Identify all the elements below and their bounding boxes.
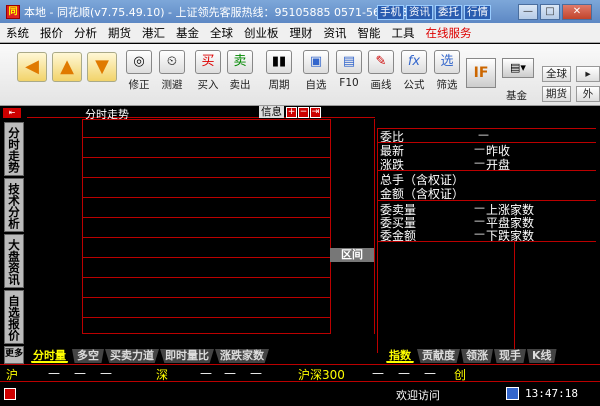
correct-icon: ◎ — [126, 50, 152, 74]
menu-gem[interactable]: 创业板 — [244, 25, 279, 41]
menu-fund[interactable]: 基金 — [176, 25, 199, 41]
quote-button[interactable]: 行情 — [464, 5, 491, 20]
if-futures-button[interactable]: IF — [466, 58, 496, 88]
tool-period[interactable]: ▮▮ 周期 — [263, 48, 295, 100]
index-status-bar: 沪 — — — 深 — — — 沪深300 — — — 创 — [0, 364, 600, 382]
clock-time: 13:47:18 — [525, 387, 578, 400]
tool-buy[interactable]: 买买入 — [192, 48, 224, 100]
change-value: — — [474, 156, 485, 169]
tab-buy-sell-force[interactable]: 买卖力道 — [105, 349, 159, 363]
weibi-value: — — [478, 128, 489, 141]
side-tab-intraday[interactable]: 分时走势 — [4, 122, 24, 176]
welcome-text[interactable]: 欢迎访问 — [396, 387, 440, 403]
tab-volume[interactable]: 分时量 — [28, 349, 71, 363]
menu-quote[interactable]: 报价 — [40, 25, 63, 41]
side-tab-watchlist[interactable]: 自选报价 — [4, 290, 24, 344]
formula-icon: fx — [401, 50, 427, 74]
tool-f10[interactable]: ▤ F10 — [333, 48, 365, 100]
more-button[interactable]: ▸ — [576, 66, 600, 82]
tab-kline[interactable]: K线 — [527, 349, 557, 363]
pencil-icon: ✎ — [368, 50, 394, 74]
tool-formula[interactable]: fx 公式 — [398, 48, 430, 100]
menu-futures[interactable]: 期货 — [108, 25, 131, 41]
tab-volume-ratio[interactable]: 即时量比 — [160, 349, 214, 363]
clock-icon: ⏲ — [159, 50, 185, 74]
network-icon[interactable] — [506, 387, 519, 400]
menu-online-service[interactable]: 在线服务 — [426, 25, 472, 41]
buy-icon: 买 — [195, 50, 221, 74]
menu-system[interactable]: 系统 — [6, 25, 29, 41]
tool-draw-line[interactable]: ✎ 画线 — [365, 48, 397, 100]
indicator-tabs: 分时量 多空 买卖力道 即时量比 涨跌家数 — [28, 349, 270, 363]
intraday-chart[interactable] — [82, 119, 331, 334]
tab-contribution[interactable]: 贡献度 — [417, 349, 460, 363]
add-icon[interactable]: + — [286, 107, 297, 118]
footer-bar: 欢迎访问 13:47:18 — [0, 383, 600, 406]
mobile-button[interactable]: 手机 — [377, 5, 404, 20]
tool-avoid[interactable]: ⏲ 测避 — [156, 48, 188, 100]
fund-label: 基金 — [506, 90, 527, 102]
tool-sell[interactable]: 卖卖出 — [224, 48, 256, 100]
watchlist-icon: ▣ — [303, 50, 329, 74]
gem-index-label[interactable]: 创 — [454, 366, 466, 383]
tab-tick[interactable]: 现手 — [494, 349, 526, 363]
foreign-button[interactable]: 外 — [576, 86, 600, 102]
title-bar: 同 本地 - 同花顺(v7.75.49.10) - 上证领先客服热线：95105… — [0, 0, 600, 23]
filter-icon: 选 — [434, 50, 460, 74]
tab-index[interactable]: 指数 — [384, 349, 416, 363]
sell-icon: 卖 — [227, 50, 253, 74]
sh-index-label[interactable]: 沪 — [6, 366, 18, 383]
maximize-button[interactable]: □ — [540, 4, 560, 20]
menu-finance[interactable]: 理财 — [290, 25, 313, 41]
arrow-up-icon[interactable]: ▲ — [52, 52, 82, 82]
menu-hk-fx[interactable]: 港汇 — [142, 25, 165, 41]
chart-header-line — [27, 117, 375, 118]
tool-correct[interactable]: ◎ 修正 — [123, 48, 155, 100]
menu-analysis[interactable]: 分析 — [74, 25, 97, 41]
side-tab-market-news[interactable]: 大盘资讯 — [4, 234, 24, 288]
range-button[interactable]: 区间 — [330, 248, 374, 262]
tab-adv-decline[interactable]: 涨跌家数 — [215, 349, 269, 363]
bid-volume-value: — — [474, 214, 485, 227]
close-button[interactable]: ✕ — [562, 4, 592, 20]
latest-value: — — [474, 142, 485, 155]
expand-icon[interactable]: ⇥ — [310, 107, 321, 118]
hs300-label[interactable]: 沪深300 — [298, 366, 345, 383]
menu-global[interactable]: 全球 — [210, 25, 233, 41]
news-button[interactable]: 资讯 — [406, 5, 433, 20]
collapse-icon[interactable]: ⇤ — [3, 108, 21, 118]
minimize-button[interactable]: — — [518, 4, 538, 20]
panel-tabs: 指数 贡献度 领涨 现手 K线 — [384, 349, 558, 363]
toolbar: ◀ ▲ ▼ ◎ 修正 ⏲ 测避 买买入 卖卖出 ▮▮ 周期 ▣ 自选 ▤ F10 ✎ 画线 … — [0, 44, 600, 106]
arrow-down-icon[interactable]: ▼ — [87, 52, 117, 82]
window-title: 本地 - 同花顺(v7.75.49.10) - 上证领先客服热线：9510588… — [24, 5, 422, 19]
tool-watchlist[interactable]: ▣ 自选 — [300, 48, 332, 100]
side-tab-bar: ⇤ 分时走势 技术分析 大盘资讯 自选报价 更多 — [0, 106, 27, 364]
global-button[interactable]: 全球 — [542, 66, 571, 82]
tool-filter[interactable]: 选筛选 — [431, 48, 463, 100]
period-icon: ▮▮ — [266, 50, 292, 74]
remove-icon[interactable]: − — [298, 107, 309, 118]
menu-smart[interactable]: 智能 — [358, 25, 381, 41]
side-tab-more[interactable]: 更多 — [4, 346, 24, 364]
alert-icon[interactable] — [4, 388, 16, 400]
menu-tools[interactable]: 工具 — [392, 25, 415, 41]
arrow-left-icon[interactable]: ◀ — [17, 52, 47, 82]
app-logo-icon: 同 — [6, 4, 20, 19]
info-label[interactable]: 信息 — [259, 106, 284, 118]
futures-button[interactable]: 期货 — [542, 86, 571, 102]
order-amount-value: — — [474, 227, 485, 240]
f10-icon: ▤ — [336, 50, 362, 74]
menu-bar: 系统 报价 分析 期货 港汇 基金 全球 创业板 理财 资讯 智能 工具 在线服… — [0, 23, 600, 43]
fund-icon[interactable]: ▤▾ — [502, 58, 534, 78]
tab-leaders[interactable]: 领涨 — [461, 349, 493, 363]
trade-button[interactable]: 委托 — [435, 5, 462, 20]
menu-info[interactable]: 资讯 — [324, 25, 347, 41]
ask-volume-value: — — [474, 201, 485, 214]
side-tab-technical[interactable]: 技术分析 — [4, 178, 24, 232]
tab-long-short[interactable]: 多空 — [72, 349, 104, 363]
sz-index-label[interactable]: 深 — [156, 366, 168, 383]
quote-panel: 委比 — 最新 — 昨收 涨跌 — 开盘 总手（含权证） 金额（含权证） 委卖量… — [377, 128, 596, 353]
